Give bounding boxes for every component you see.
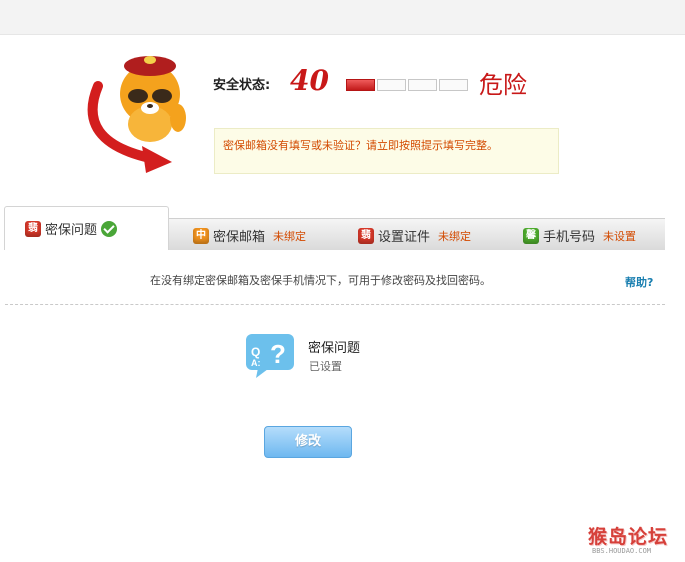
tab-status: 未绑定 [438, 229, 472, 243]
panel-description: 在没有绑定密保邮箱及密保手机情况下，可用于修改密码及找回密码。 [150, 274, 491, 287]
security-meter [346, 79, 468, 91]
tab-label: 手机号码 [543, 230, 596, 245]
svg-text:?: ? [270, 339, 286, 369]
modify-button[interactable]: 修改 [264, 426, 352, 458]
security-question-status: 已设置 [309, 360, 342, 373]
tab-label: 密保邮箱 [213, 230, 266, 245]
security-notice: 密保邮箱没有填写或未验证？请立即按照提示填写完整。 [214, 128, 559, 174]
security-question-title: 密保问题 [308, 341, 361, 356]
qa-bubble-icon: Q A: ? [246, 334, 294, 378]
mail-badge-icon: 中 [193, 227, 209, 244]
security-level: 危险 [479, 71, 527, 99]
tab-security-email[interactable]: 中 密保邮箱 未绑定 [193, 226, 306, 245]
tab-id-document[interactable]: 翡 设置证件 未绑定 [358, 226, 471, 245]
security-status-label: 安全状态: [213, 78, 271, 93]
meter-segment [408, 79, 437, 91]
divider [5, 304, 665, 305]
tab-label: 设置证件 [378, 230, 431, 245]
phone-badge-icon: 馨 [523, 227, 539, 244]
tab-status: 未绑定 [273, 229, 307, 243]
tab-status: 未设置 [603, 229, 637, 243]
meter-segment [439, 79, 468, 91]
svg-text:Q: Q [251, 345, 260, 359]
meter-segment [377, 79, 406, 91]
forum-watermark: 猴岛论坛 BBS.HOUDAO.COM [588, 522, 683, 560]
svg-text:A:: A: [251, 358, 261, 368]
tab-security-question[interactable]: 翡 密保问题 [4, 206, 169, 250]
question-badge-icon: 翡 [25, 220, 41, 237]
top-bar [0, 0, 685, 35]
watermark-url: BBS.HOUDAO.COM [592, 547, 652, 555]
security-score: 40 [290, 64, 329, 97]
help-link[interactable]: 帮助? [625, 274, 653, 290]
tab-phone-number[interactable]: 馨 手机号码 未设置 [523, 226, 636, 245]
raccoon-mascot-icon [87, 56, 186, 173]
security-tabs: 翡 密保问题 中 密保邮箱 未绑定 翡 设置证件 未绑定 馨 手机号码 未设置 [0, 206, 665, 250]
meter-segment-filled [346, 79, 375, 91]
id-badge-icon: 翡 [358, 227, 374, 244]
check-icon [101, 220, 118, 237]
watermark-title: 猴岛论坛 [588, 526, 669, 548]
tab-label: 密保问题 [45, 223, 98, 238]
